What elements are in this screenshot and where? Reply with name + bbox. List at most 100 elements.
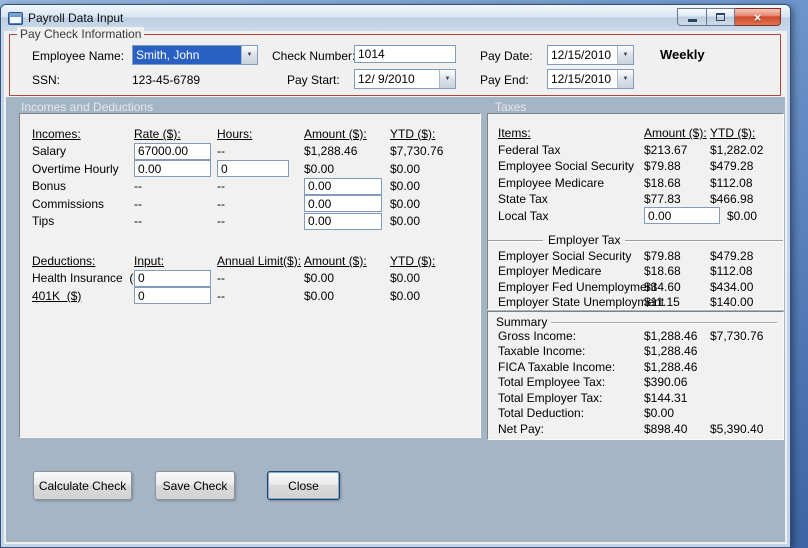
- bonus-hours: --: [217, 179, 225, 194]
- commissions-ytd: $0.00: [390, 196, 421, 211]
- local-tax-label: Local Tax: [498, 208, 549, 223]
- salary-rate-input[interactable]: [134, 142, 211, 160]
- state-tax-label: State Tax: [498, 192, 548, 207]
- total-employee-tax-ytd: [710, 375, 779, 391]
- summary-group-title: Summary: [496, 314, 548, 329]
- commissions-amount-input[interactable]: [304, 195, 382, 213]
- save-check-button[interactable]: Save Check: [155, 471, 235, 500]
- ssn-label: SSN:: [32, 73, 61, 87]
- employer-state-unemp-label: Employer State Unemployment: [498, 295, 665, 310]
- chevron-down-icon[interactable]: ▼: [241, 46, 257, 64]
- federal-tax-ytd: $1,282.02: [710, 142, 764, 157]
- pay-date-label: Pay Date:: [480, 49, 533, 63]
- local-tax-input[interactable]: [644, 207, 720, 225]
- bonus-label: Bonus: [32, 179, 67, 194]
- lower-panel-area: Incomes and Deductions Taxes Incomes: Ra…: [6, 97, 785, 542]
- gross-income-label: Gross Income:: [498, 328, 577, 343]
- overtime-hours-input[interactable]: [217, 160, 289, 178]
- employer-medicare-amount: $18.68: [644, 264, 681, 279]
- amount-col-header: Amount ($):: [304, 126, 367, 141]
- chevron-down-icon[interactable]: ▼: [439, 70, 455, 88]
- employer-state-unemp-amount: $11.15: [644, 295, 680, 310]
- bonus-rate: --: [134, 179, 142, 194]
- pay-date-value: 12/15/2010: [551, 48, 612, 62]
- employer-tax-header: Employer Tax: [543, 233, 626, 247]
- employee-medicare-amount: $18.68: [644, 175, 681, 190]
- maximize-icon: [716, 13, 725, 21]
- health-insurance-ytd: $0.00: [390, 271, 421, 286]
- salary-amount: $1,288.46: [304, 144, 358, 159]
- close-button[interactable]: ×: [735, 8, 781, 26]
- employer-taxes-table: Employer Social Security $79.88 $479.28 …: [488, 248, 783, 310]
- close-check-button[interactable]: Close: [267, 471, 340, 500]
- fica-taxable-ytd: [710, 359, 779, 375]
- total-deduction-amount: $0.00: [644, 406, 675, 421]
- employee-name-label: Employee Name:: [32, 49, 125, 63]
- minimize-button[interactable]: [677, 8, 706, 26]
- tips-amount-input[interactable]: [304, 212, 382, 230]
- employer-fed-unemp-ytd: $434.00: [710, 279, 754, 294]
- check-number-input[interactable]: [354, 45, 456, 63]
- federal-tax-label: Federal Tax: [498, 142, 561, 157]
- health-insurance-amount: $0.00: [304, 271, 335, 286]
- close-icon: ×: [753, 9, 762, 25]
- employer-ss-amount: $79.88: [644, 248, 681, 263]
- health-insurance-input[interactable]: [134, 269, 211, 287]
- employee-medicare-ytd: $112.08: [710, 175, 753, 190]
- chevron-down-icon[interactable]: ▼: [617, 70, 633, 88]
- tax-amount-col-header: Amount ($):: [644, 126, 707, 141]
- pay-end-value: 12/15/2010: [551, 72, 612, 86]
- rate-col-header: Rate ($):: [134, 126, 181, 141]
- pay-start-picker[interactable]: 12/ 9/2010 ▼: [354, 69, 456, 89]
- items-col-header: Items:: [498, 126, 531, 141]
- total-deduction-ytd: [710, 406, 779, 422]
- pay-end-label: Pay End:: [480, 73, 529, 87]
- employer-state-unemp-ytd: $140.00: [710, 295, 754, 310]
- maximize-button[interactable]: [706, 8, 735, 26]
- local-tax-ytd: $0.00: [727, 208, 758, 223]
- paycheck-group-title: Pay Check Information: [17, 27, 145, 41]
- commissions-label: Commissions: [32, 196, 105, 211]
- total-employer-tax-amount: $144.31: [644, 390, 688, 405]
- ded-amount-col-header: Amount ($):: [304, 253, 367, 268]
- salary-ytd: $7,730.76: [390, 144, 444, 159]
- federal-tax-amount: $213.67: [644, 142, 688, 157]
- calculate-check-button[interactable]: Calculate Check: [33, 471, 132, 500]
- bonus-ytd: $0.00: [390, 179, 421, 194]
- annual-limit-col-header: Annual Limit($):: [217, 253, 302, 268]
- overtime-rate-input[interactable]: [134, 160, 211, 178]
- total-employee-tax-label: Total Employee Tax:: [498, 375, 606, 390]
- 401k-label[interactable]: 401K ($): [32, 287, 134, 305]
- tips-hours: --: [217, 214, 225, 229]
- 401k-limit: --: [217, 288, 225, 303]
- employer-fed-unemp-amount: $34.60: [644, 279, 681, 294]
- pay-date-picker[interactable]: 12/15/2010 ▼: [547, 45, 634, 65]
- employer-ss-ytd: $479.28: [710, 248, 754, 263]
- total-employer-tax-label: Total Employer Tax:: [498, 390, 603, 405]
- chevron-down-icon[interactable]: ▼: [617, 46, 633, 64]
- gross-income-amount: $1,288.46: [644, 328, 698, 343]
- taxable-income-ytd: [710, 344, 779, 360]
- health-insurance-limit: --: [217, 271, 225, 286]
- window-title: Payroll Data Input: [28, 11, 124, 25]
- app-icon: [8, 11, 23, 25]
- employee-name-combobox[interactable]: Smith, John ▼: [132, 45, 258, 65]
- summary-header-line: [551, 322, 777, 323]
- summary-header-row: Summary: [488, 312, 783, 329]
- taxable-income-label: Taxable Income:: [498, 344, 586, 359]
- pay-end-picker[interactable]: 12/15/2010 ▼: [547, 69, 634, 89]
- employer-medicare-label: Employer Medicare: [498, 264, 602, 279]
- overtime-ytd: $0.00: [390, 161, 421, 176]
- pay-start-value: 12/ 9/2010: [358, 72, 415, 86]
- caption-buttons: ×: [677, 8, 781, 26]
- employer-ss-label: Employer Social Security: [498, 248, 632, 263]
- 401k-input[interactable]: [134, 287, 211, 305]
- incomes-table: Incomes: Rate ($): Hours: Amount ($): YT…: [20, 114, 480, 230]
- state-tax-amount: $77.83: [644, 192, 681, 207]
- hours-col-header: Hours:: [217, 126, 253, 141]
- bonus-amount-input[interactable]: [304, 177, 382, 195]
- salary-hours: --: [217, 144, 225, 159]
- ytd-col-header: YTD ($):: [390, 126, 436, 141]
- total-deduction-label: Total Deduction:: [498, 406, 585, 421]
- client-area: Pay Check Information Employee Name: Smi…: [4, 27, 787, 544]
